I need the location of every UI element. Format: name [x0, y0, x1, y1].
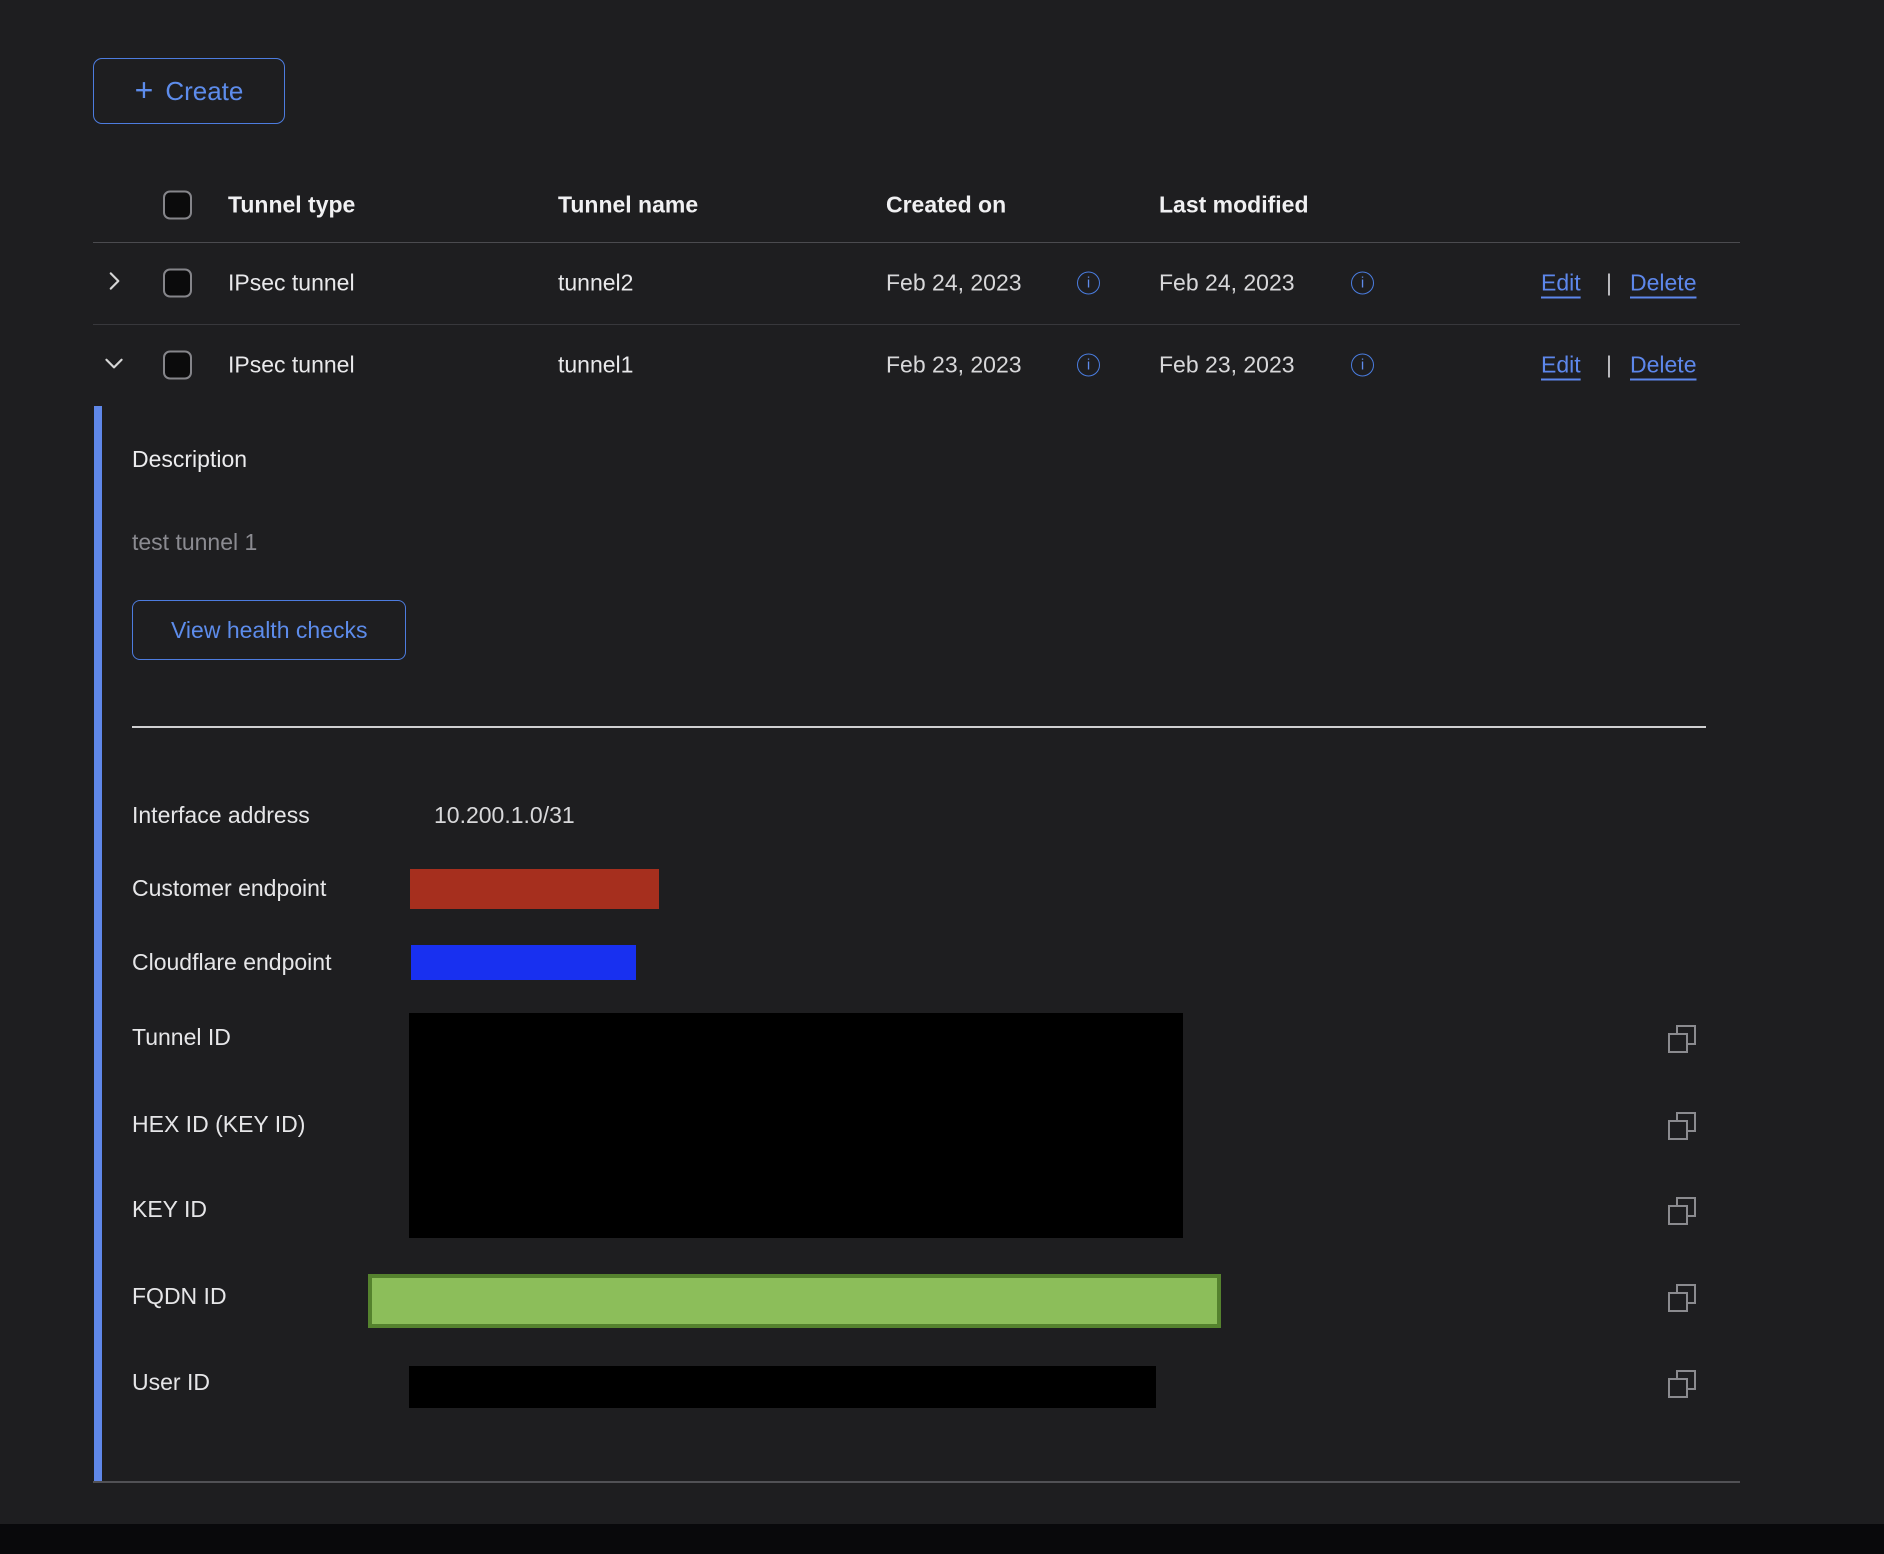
expanded-row-indicator-bar: [94, 406, 102, 1481]
collapse-row-cell: [101, 350, 131, 380]
table-header-row: Tunnel type Tunnel name Created on Last …: [93, 168, 1740, 243]
action-separator: |: [1606, 270, 1612, 297]
delete-link[interactable]: Delete: [1630, 270, 1696, 297]
copy-icon[interactable]: [1668, 1112, 1696, 1140]
table-bottom-divider: [93, 1481, 1740, 1483]
tunnel-id-label: Tunnel ID: [132, 1024, 231, 1051]
customer-endpoint-redaction: [410, 869, 659, 909]
description-value: test tunnel 1: [132, 529, 257, 556]
expand-row-cell: [101, 268, 131, 298]
column-header-tunnel-name: Tunnel name: [558, 192, 698, 219]
last-modified-info-icon[interactable]: i: [1351, 354, 1374, 377]
tunnel-name-cell: tunnel2: [558, 270, 633, 297]
last-modified-cell: Feb 24, 2023: [1159, 270, 1295, 297]
row-checkbox[interactable]: [163, 351, 192, 380]
column-header-tunnel-type: Tunnel type: [228, 192, 355, 219]
fqdn-id-redaction: [368, 1274, 1221, 1328]
table-row-tunnel1: IPsec tunnel tunnel1 Feb 23, 2023 i Feb …: [93, 324, 1740, 406]
select-all-checkbox[interactable]: [163, 191, 192, 220]
copy-icon[interactable]: [1668, 1025, 1696, 1053]
panel-divider: [132, 726, 1706, 728]
tunnels-page: + Create Tunnel type Tunnel name Created…: [0, 0, 1884, 1554]
row-checkbox-cell: [163, 269, 192, 298]
interface-address-value: 10.200.1.0/31: [434, 802, 575, 829]
created-on-info-icon[interactable]: i: [1077, 272, 1100, 295]
column-header-created-on: Created on: [886, 192, 1006, 219]
chevron-down-icon[interactable]: [101, 350, 127, 376]
copy-icon[interactable]: [1668, 1197, 1696, 1225]
view-health-checks-button[interactable]: View health checks: [132, 600, 406, 660]
chevron-right-icon[interactable]: [101, 268, 127, 294]
plus-icon: +: [135, 74, 154, 106]
customer-endpoint-label: Customer endpoint: [132, 875, 326, 902]
ids-redaction-block: [409, 1013, 1183, 1238]
cloudflare-endpoint-label: Cloudflare endpoint: [132, 949, 331, 976]
created-on-info-icon[interactable]: i: [1077, 354, 1100, 377]
user-id-redaction: [409, 1366, 1156, 1408]
create-button[interactable]: + Create: [93, 58, 285, 124]
copy-icon[interactable]: [1668, 1370, 1696, 1398]
description-label: Description: [132, 446, 247, 473]
column-header-last-modified: Last modified: [1159, 192, 1309, 219]
key-id-label: KEY ID: [132, 1196, 207, 1223]
last-modified-info-icon[interactable]: i: [1351, 272, 1374, 295]
user-id-label: User ID: [132, 1369, 210, 1396]
fqdn-id-label: FQDN ID: [132, 1283, 227, 1310]
select-all-checkbox-cell: [163, 191, 192, 220]
window-bottom-edge: [0, 1524, 1884, 1554]
table-row-tunnel2: IPsec tunnel tunnel2 Feb 24, 2023 i Feb …: [93, 242, 1740, 325]
hex-id-label: HEX ID (KEY ID): [132, 1111, 305, 1138]
created-on-cell: Feb 24, 2023: [886, 270, 1022, 297]
copy-icon[interactable]: [1668, 1284, 1696, 1312]
tunnel-type-cell: IPsec tunnel: [228, 352, 355, 379]
row-checkbox-cell: [163, 351, 192, 380]
edit-link[interactable]: Edit: [1541, 352, 1581, 379]
last-modified-cell: Feb 23, 2023: [1159, 352, 1295, 379]
cloudflare-endpoint-redaction: [411, 945, 636, 980]
create-button-label: Create: [165, 76, 243, 107]
row-checkbox[interactable]: [163, 269, 192, 298]
created-on-cell: Feb 23, 2023: [886, 352, 1022, 379]
tunnel-type-cell: IPsec tunnel: [228, 270, 355, 297]
edit-link[interactable]: Edit: [1541, 270, 1581, 297]
interface-address-label: Interface address: [132, 802, 310, 829]
action-separator: |: [1606, 352, 1612, 379]
tunnel-name-cell: tunnel1: [558, 352, 633, 379]
delete-link[interactable]: Delete: [1630, 352, 1696, 379]
